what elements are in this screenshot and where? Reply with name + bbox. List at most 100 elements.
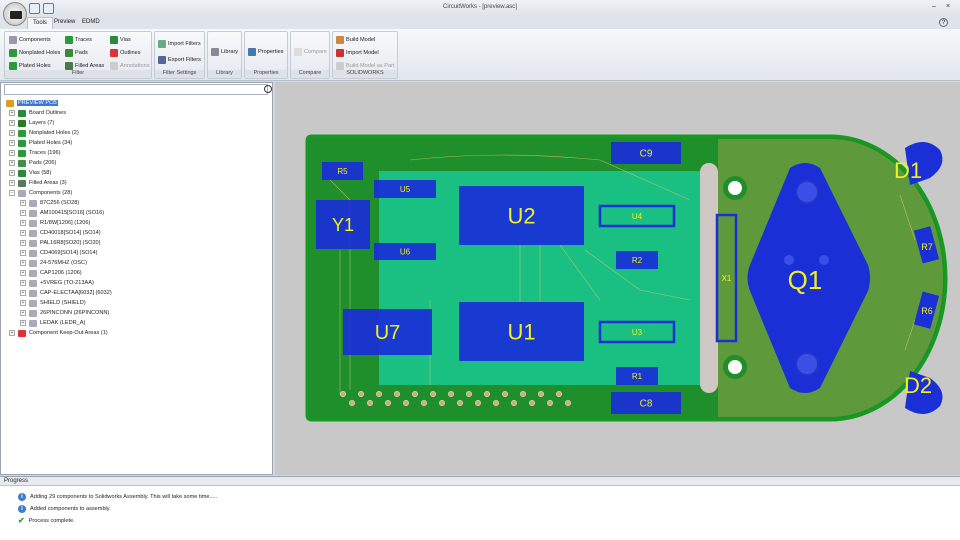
pad: [457, 400, 463, 406]
pad: [484, 391, 490, 397]
group-label: Filter: [5, 70, 151, 78]
help-icon[interactable]: ?: [939, 18, 948, 27]
tree-node[interactable]: + CD4069[SO14] (SO14): [20, 248, 98, 258]
search-icon[interactable]: [264, 85, 272, 93]
properties-icon: [248, 48, 256, 56]
tree-node[interactable]: + SHIELD (SHIELD): [20, 298, 86, 308]
component-icon: [29, 209, 37, 217]
tree-node[interactable]: + AM100415[SO16] (SO16): [20, 208, 104, 218]
components-filter[interactable]: Components: [9, 36, 51, 44]
expand-icon[interactable]: +: [20, 310, 26, 316]
close-button[interactable]: ×: [946, 3, 950, 10]
nonplated-holes-filter[interactable]: Nonplated Holes: [9, 49, 60, 57]
tree-node[interactable]: + LEDAK (LEDR_A): [20, 318, 85, 328]
component-icon: [29, 319, 37, 327]
build-model-as-part-button[interactable]: Build Model as Part: [336, 62, 395, 70]
tree-node[interactable]: + Layers (7): [9, 118, 54, 128]
tree-node[interactable]: + CAP1206 (1206): [20, 268, 82, 278]
tree-node[interactable]: +24-576MHZ (OSC): [20, 258, 87, 268]
expand-icon[interactable]: +: [20, 270, 26, 276]
search-input[interactable]: [4, 84, 268, 95]
expand-icon[interactable]: +: [20, 230, 26, 236]
tree-node[interactable]: PREVIEW PCB: [6, 98, 58, 108]
pads-icon: [65, 49, 73, 57]
tree-node[interactable]: + Pads (206): [9, 158, 56, 168]
tree-node[interactable]: + +5VREG (TO-213AA): [20, 278, 94, 288]
expand-icon[interactable]: +: [20, 250, 26, 256]
build-model-button[interactable]: Build Model: [336, 36, 375, 44]
pad: [466, 391, 472, 397]
library-button[interactable]: Library: [211, 48, 238, 56]
traces-icon: [65, 36, 73, 44]
component-icon: [29, 249, 37, 257]
tree-node[interactable]: + CD40018[SO14] (SO14): [20, 228, 101, 238]
tab-edmd[interactable]: EDMD: [77, 17, 105, 29]
plated-holes-filter[interactable]: Plated Holes: [9, 62, 51, 70]
tree-node[interactable]: +26PINCONN (26PINCONN): [20, 308, 109, 318]
expand-icon[interactable]: +: [9, 150, 15, 156]
tree-node[interactable]: + Plated Holes (34): [9, 138, 72, 148]
tree-node[interactable]: + R1/8W[1206] (1206): [20, 218, 90, 228]
tree-node[interactable]: − Components (28): [9, 188, 72, 198]
expand-icon[interactable]: +: [9, 130, 15, 136]
expand-icon[interactable]: +: [9, 140, 15, 146]
pads-filter[interactable]: Pads: [65, 49, 88, 57]
annotations-filter[interactable]: Annotations: [110, 62, 150, 70]
pcb-icon: [6, 99, 14, 107]
filled-areas-icon: [65, 62, 73, 70]
tree-node[interactable]: + PAL16R8[SO20] (SO20): [20, 238, 101, 248]
tree-node[interactable]: + Component Keep-Out Areas (1): [9, 328, 108, 338]
progress-title: Progress: [0, 477, 960, 486]
traces-filter[interactable]: Traces: [65, 36, 92, 44]
expand-icon[interactable]: +: [20, 300, 26, 306]
minimize-button[interactable]: –: [932, 3, 936, 10]
expand-icon[interactable]: +: [9, 180, 15, 186]
expand-icon[interactable]: +: [20, 210, 26, 216]
tree-node[interactable]: + Board Outlines: [9, 108, 66, 118]
expand-icon[interactable]: +: [9, 330, 15, 336]
filled-areas-filter[interactable]: Filled Areas: [65, 62, 104, 70]
tree-node[interactable]: + CAP-ELECTAA[6032] (6032): [20, 288, 112, 298]
expand-icon[interactable]: +: [20, 260, 26, 266]
expand-icon[interactable]: +: [20, 280, 26, 286]
expand-icon[interactable]: +: [9, 110, 15, 116]
compare-icon: [294, 48, 302, 56]
app-logo-button[interactable]: [3, 2, 27, 26]
pad: [430, 391, 436, 397]
ribbon: Components Nonplated Holes Plated Holes …: [0, 29, 960, 81]
mounting-hole: [728, 181, 742, 195]
components-icon: [9, 36, 17, 44]
compare-button[interactable]: Compare: [294, 48, 327, 56]
pcb-preview-canvas[interactable]: R5 Y1 U5 U6 U2 U1 U7 C9 C8 U4 U3 R2 R1 X1 Q1 D1 D2 R7 R6: [275, 82, 960, 475]
export-filters-button[interactable]: Export Filters: [158, 56, 201, 64]
category-icon: [18, 189, 26, 197]
vias-filter[interactable]: Vias: [110, 36, 131, 44]
tab-preview[interactable]: Preview: [49, 17, 80, 29]
import-icon: [158, 40, 166, 48]
tree-node[interactable]: + Filled Areas (3): [9, 178, 67, 188]
tree-node[interactable]: + Traces (196): [9, 148, 61, 158]
category-icon: [18, 139, 26, 147]
label-r7: R7: [921, 242, 933, 252]
expand-icon[interactable]: −: [9, 190, 15, 196]
expand-icon[interactable]: +: [20, 320, 26, 326]
properties-button[interactable]: Properties: [248, 48, 284, 56]
expand-icon[interactable]: +: [9, 120, 15, 126]
import-filters-button[interactable]: Import Filters: [158, 40, 201, 48]
import-model-button[interactable]: Import Model: [336, 49, 379, 57]
label-y1: Y1: [332, 215, 354, 235]
expand-icon[interactable]: +: [20, 220, 26, 226]
tree-node[interactable]: + Vias (58): [9, 168, 51, 178]
expand-icon[interactable]: +: [20, 240, 26, 246]
tree-node[interactable]: + Nonplated Holes (2): [9, 128, 79, 138]
pad: [403, 400, 409, 406]
expand-icon[interactable]: +: [20, 200, 26, 206]
tree-node[interactable]: +87C256 (SO28): [20, 198, 79, 208]
pad: [394, 391, 400, 397]
expand-icon[interactable]: +: [20, 290, 26, 296]
expand-icon[interactable]: +: [9, 160, 15, 166]
expand-icon[interactable]: +: [9, 170, 15, 176]
outlines-filter[interactable]: Outlines: [110, 49, 141, 57]
vias-icon: [110, 36, 118, 44]
pad: [385, 400, 391, 406]
